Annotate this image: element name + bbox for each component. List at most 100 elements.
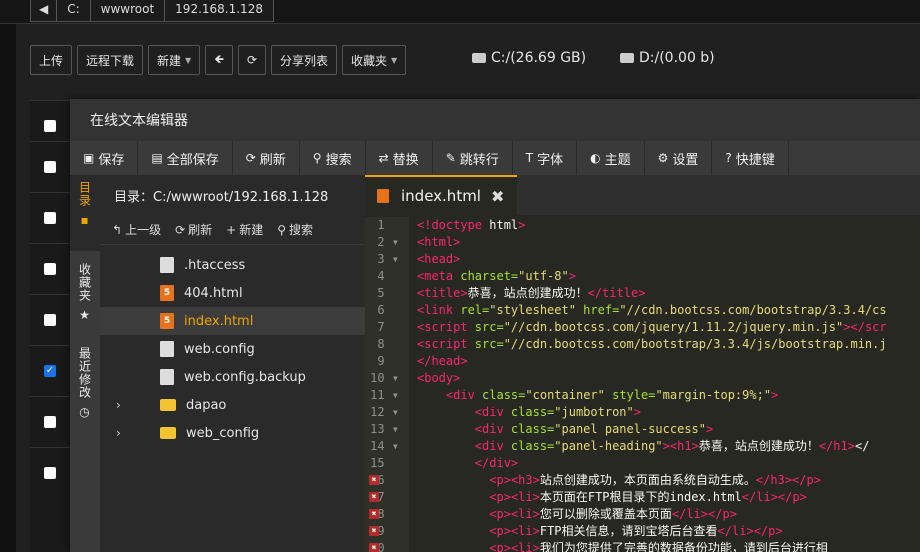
tree-file[interactable]: 5 404.html bbox=[100, 279, 365, 307]
refresh-button[interactable]: ⟳ bbox=[237, 45, 267, 75]
tree-folder[interactable]: › web_config bbox=[100, 419, 365, 447]
code-area[interactable]: 1 <!doctype html> 2 ▾ <html> 3 ▾ <head> 4 <me… bbox=[365, 217, 920, 552]
label: 搜索 bbox=[289, 223, 314, 237]
line-number: 3 ▾ bbox=[365, 251, 409, 268]
tree-search-button[interactable]: ⚲ 搜索 bbox=[277, 221, 313, 238]
label: 刷新 bbox=[188, 223, 213, 237]
up-level-button[interactable]: ↰ 上一级 bbox=[112, 221, 161, 238]
table-row[interactable] bbox=[30, 243, 70, 294]
code-line[interactable]: 1 <!doctype html> bbox=[365, 217, 920, 234]
close-icon[interactable]: ✖ bbox=[491, 187, 504, 206]
code-editor[interactable]: index.html ✖ 1 <!doctype html> 2 ▾ <html> 3 … bbox=[365, 175, 920, 552]
file-icon bbox=[160, 341, 174, 357]
table-row[interactable] bbox=[30, 396, 70, 447]
tree-file[interactable]: .htaccess bbox=[100, 251, 365, 279]
remote-download-button[interactable]: 远程下载 bbox=[77, 45, 144, 75]
search-icon: ⚲ bbox=[277, 223, 287, 237]
code-text: <div class="jumbotron"> bbox=[474, 405, 641, 419]
save-button[interactable]: ▣ 保存 bbox=[70, 141, 139, 175]
replace-button[interactable]: ⇄ 替换 bbox=[366, 141, 433, 175]
refresh-button[interactable]: ⟳ 刷新 bbox=[233, 141, 300, 175]
html5-icon: 5 bbox=[160, 285, 174, 301]
tree-folder[interactable]: › dapao bbox=[100, 391, 365, 419]
code-line[interactable]: 6 <link rel="stylesheet" href="//cdn.boo… bbox=[365, 302, 920, 319]
tab-directory[interactable]: 目录 ▪ bbox=[70, 175, 100, 251]
gear-icon: ⚙ bbox=[657, 151, 669, 165]
back-icon[interactable]: ◀ bbox=[31, 0, 56, 22]
table-row[interactable]: ✓ bbox=[30, 345, 70, 396]
line-number: 12 ▾ bbox=[365, 404, 409, 421]
line-number: 7 bbox=[365, 319, 409, 336]
code-line[interactable]: 4 <meta charset="utf-8"> bbox=[365, 268, 920, 285]
shortcuts-button[interactable]: ? 快捷键 bbox=[712, 141, 789, 175]
checkbox[interactable] bbox=[44, 161, 56, 173]
tree-new-button[interactable]: + 新建 bbox=[226, 221, 263, 238]
code-line[interactable]: 5 <title>恭喜，站点创建成功！</title> bbox=[365, 285, 920, 302]
label: 新建 bbox=[239, 223, 264, 237]
save-all-button[interactable]: ▤ 全部保存 bbox=[138, 141, 233, 175]
font-button[interactable]: T 字体 bbox=[513, 141, 578, 175]
breadcrumb-item[interactable]: C: bbox=[56, 0, 89, 22]
tree-file[interactable]: web.config.backup bbox=[100, 363, 365, 391]
checkbox[interactable] bbox=[44, 212, 56, 224]
breadcrumb-item[interactable]: 192.168.1.128 bbox=[164, 0, 273, 22]
new-label: 新建 bbox=[157, 53, 182, 68]
chevron-right-icon[interactable]: › bbox=[116, 426, 160, 440]
code-line[interactable]: 7 <script src="//cdn.bootcss.com/jquery/… bbox=[365, 319, 920, 336]
new-dropdown[interactable]: 新建 ▼ bbox=[148, 45, 201, 75]
tab-label: index.html bbox=[401, 187, 481, 205]
code-line[interactable]: 2 ▾ <html> bbox=[365, 234, 920, 251]
tab-recent[interactable]: 最近修改 ◷ bbox=[70, 341, 100, 431]
code-line[interactable]: 12 ▾ <div class="jumbotron"> bbox=[365, 404, 920, 421]
code-text: <script src="//cdn.bootcss.com/bootstrap… bbox=[417, 337, 887, 351]
disk-d[interactable]: D:/(0.00 b) bbox=[620, 50, 715, 66]
code-line[interactable]: 14 ▾ <div class="panel-heading"><h1>恭喜，站… bbox=[365, 438, 920, 455]
code-line[interactable]: 9 </head> bbox=[365, 353, 920, 370]
code-line[interactable]: 11 ▾ <div class="container" style="margi… bbox=[365, 387, 920, 404]
arrow-left-icon: 🡸 bbox=[214, 51, 224, 66]
code-text: <meta charset="utf-8"> bbox=[417, 269, 576, 283]
chevron-right-icon[interactable]: › bbox=[116, 398, 160, 412]
table-row[interactable] bbox=[30, 447, 70, 498]
checkbox[interactable] bbox=[44, 467, 56, 479]
share-list-button[interactable]: 分享列表 bbox=[271, 45, 338, 75]
code-line[interactable]: 17 ✖ <p><li>本页面在FTP根目录下的index.html</li><… bbox=[365, 489, 920, 506]
table-row[interactable] bbox=[30, 294, 70, 345]
table-row[interactable] bbox=[30, 192, 70, 243]
checkbox[interactable] bbox=[44, 314, 56, 326]
disk-c[interactable]: C:/(26.69 GB) bbox=[472, 50, 586, 66]
tab-favorites[interactable]: 收藏夹 ★ bbox=[70, 257, 100, 335]
theme-button[interactable]: ◐ 主题 bbox=[577, 141, 645, 175]
tab-index-html[interactable]: index.html ✖ bbox=[365, 175, 517, 215]
checkbox[interactable] bbox=[44, 120, 56, 132]
label: 收藏夹 bbox=[77, 263, 92, 302]
checkbox-checked[interactable]: ✓ bbox=[44, 365, 56, 377]
breadcrumb-item[interactable]: wwwroot bbox=[89, 0, 165, 22]
search-button[interactable]: ⚲ 搜索 bbox=[300, 141, 366, 175]
line-number: 11 ▾ bbox=[365, 387, 409, 404]
tree-refresh-button[interactable]: ⟳ 刷新 bbox=[175, 221, 212, 238]
code-line[interactable]: 20 ✖ <p><li>我们为您提供了完善的数据备份功能，请到后台进行相 bbox=[365, 540, 920, 552]
checkbox[interactable] bbox=[44, 416, 56, 428]
file-toolbar: 上传 远程下载 新建 ▼ 🡸 ⟳ 分享列表 收藏夹 ▼ bbox=[30, 45, 407, 75]
code-line[interactable]: 16 ✖ <p><h3>站点创建成功，本页面由系统自动生成。</h3></p> bbox=[365, 472, 920, 489]
save-all-icon: ▤ bbox=[151, 151, 163, 165]
code-line[interactable]: 15 </div> bbox=[365, 455, 920, 472]
favorites-dropdown[interactable]: 收藏夹 ▼ bbox=[342, 45, 407, 75]
back-button[interactable]: 🡸 bbox=[205, 45, 233, 75]
code-line[interactable]: 18 ✖ <p><li>您可以删除或覆盖本页面</li></p> bbox=[365, 506, 920, 523]
tree-file[interactable]: web.config bbox=[100, 335, 365, 363]
upload-button[interactable]: 上传 bbox=[30, 45, 73, 75]
table-row[interactable] bbox=[30, 141, 70, 192]
code-line[interactable]: 3 ▾ <head> bbox=[365, 251, 920, 268]
dialog-title: 在线文本编辑器 bbox=[70, 99, 920, 141]
code-line[interactable]: 10 ▾ <body> bbox=[365, 370, 920, 387]
code-line[interactable]: 8 <script src="//cdn.bootcss.com/bootstr… bbox=[365, 336, 920, 353]
settings-button[interactable]: ⚙ 设置 bbox=[645, 141, 713, 175]
label: 快捷键 bbox=[735, 152, 775, 168]
tree-file-selected[interactable]: 5 index.html bbox=[100, 307, 365, 335]
checkbox[interactable] bbox=[44, 263, 56, 275]
goto-line-button[interactable]: ✎ 跳转行 bbox=[433, 141, 513, 175]
code-line[interactable]: 19 ✖ <p><li>FTP相关信息，请到宝塔后台查看</li></p> bbox=[365, 523, 920, 540]
code-line[interactable]: 13 ▾ <div class="panel panel-success"> bbox=[365, 421, 920, 438]
